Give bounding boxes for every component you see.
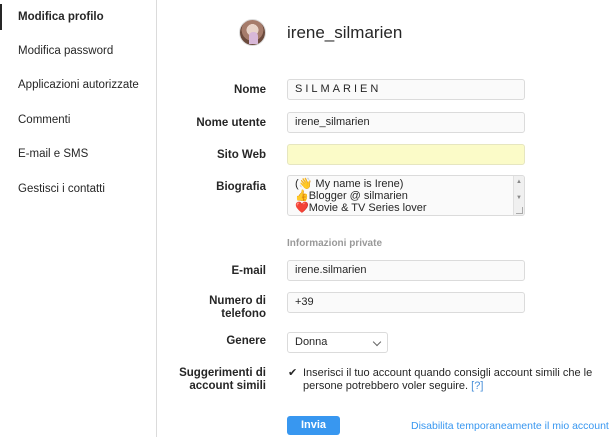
edit-profile-form: irene_silmarien Nome SILMARIEN Nome uten…: [157, 0, 610, 437]
suggestions-label-line1: Suggerimenti di: [179, 367, 266, 379]
avatar: [239, 19, 266, 46]
resize-handle-icon[interactable]: [516, 207, 523, 214]
sidebar-item-authorized-apps[interactable]: Applicazioni autorizzate: [0, 72, 156, 98]
gender-select[interactable]: Donna: [287, 332, 388, 353]
chevron-down-icon: [372, 337, 382, 347]
bio-line: 👍Blogger @ silmarien: [295, 190, 408, 202]
username-label: Nome utente: [196, 117, 266, 129]
phone-label-line2: telefono: [221, 308, 266, 320]
settings-sidebar: Modifica profilo Modifica password Appli…: [0, 0, 157, 437]
sidebar-item-email-sms[interactable]: E-mail e SMS: [0, 141, 156, 167]
suggestions-label: Suggerimenti di account simili: [157, 367, 266, 393]
bio-label: Biografia: [216, 181, 266, 193]
private-info-heading: Informazioni private: [287, 238, 383, 249]
suggestions-text: Inserisci il tuo account quando consigli…: [303, 367, 593, 392]
name-input[interactable]: SILMARIEN: [287, 79, 525, 100]
phone-input[interactable]: +39: [287, 292, 525, 313]
sidebar-item-change-password[interactable]: Modifica password: [0, 38, 156, 64]
bio-textarea[interactable]: (👋 My name is Irene) 👍Blogger @ silmarie…: [287, 175, 525, 216]
profile-username: irene_silmarien: [287, 23, 403, 42]
scroll-up-icon[interactable]: ▲: [516, 179, 522, 185]
phone-label: Numero di telefono: [157, 295, 266, 321]
submit-button[interactable]: Invia: [287, 416, 340, 435]
username-input[interactable]: irene_silmarien: [287, 112, 525, 133]
gender-label: Genere: [226, 335, 266, 347]
sidebar-item-edit-profile[interactable]: Modifica profilo: [0, 4, 156, 30]
sidebar-item-manage-contacts[interactable]: Gestisci i contatti: [0, 176, 156, 202]
phone-label-line1: Numero di: [209, 295, 266, 307]
scroll-down-icon[interactable]: ▼: [516, 195, 522, 201]
website-input[interactable]: [287, 144, 525, 165]
suggestions-checkbox[interactable]: ✔: [288, 366, 297, 379]
email-input[interactable]: irene.silmarien: [287, 260, 525, 281]
bio-line: (👋 My name is Irene): [295, 178, 404, 190]
gender-selected-value: Donna: [295, 336, 328, 348]
suggestions-help-link[interactable]: [?]: [471, 380, 483, 392]
suggestions-label-line2: account simili: [189, 380, 266, 392]
suggestions-description: Inserisci il tuo account quando consigli…: [303, 367, 603, 393]
sidebar-item-comments[interactable]: Commenti: [0, 107, 156, 133]
disable-account-link[interactable]: Disabilita temporaneamente il mio accoun…: [411, 420, 609, 432]
name-label: Nome: [234, 84, 266, 96]
website-label: Sito Web: [217, 149, 266, 161]
bio-line: ❤️Movie & TV Series lover: [295, 202, 427, 214]
email-label: E-mail: [231, 265, 266, 277]
